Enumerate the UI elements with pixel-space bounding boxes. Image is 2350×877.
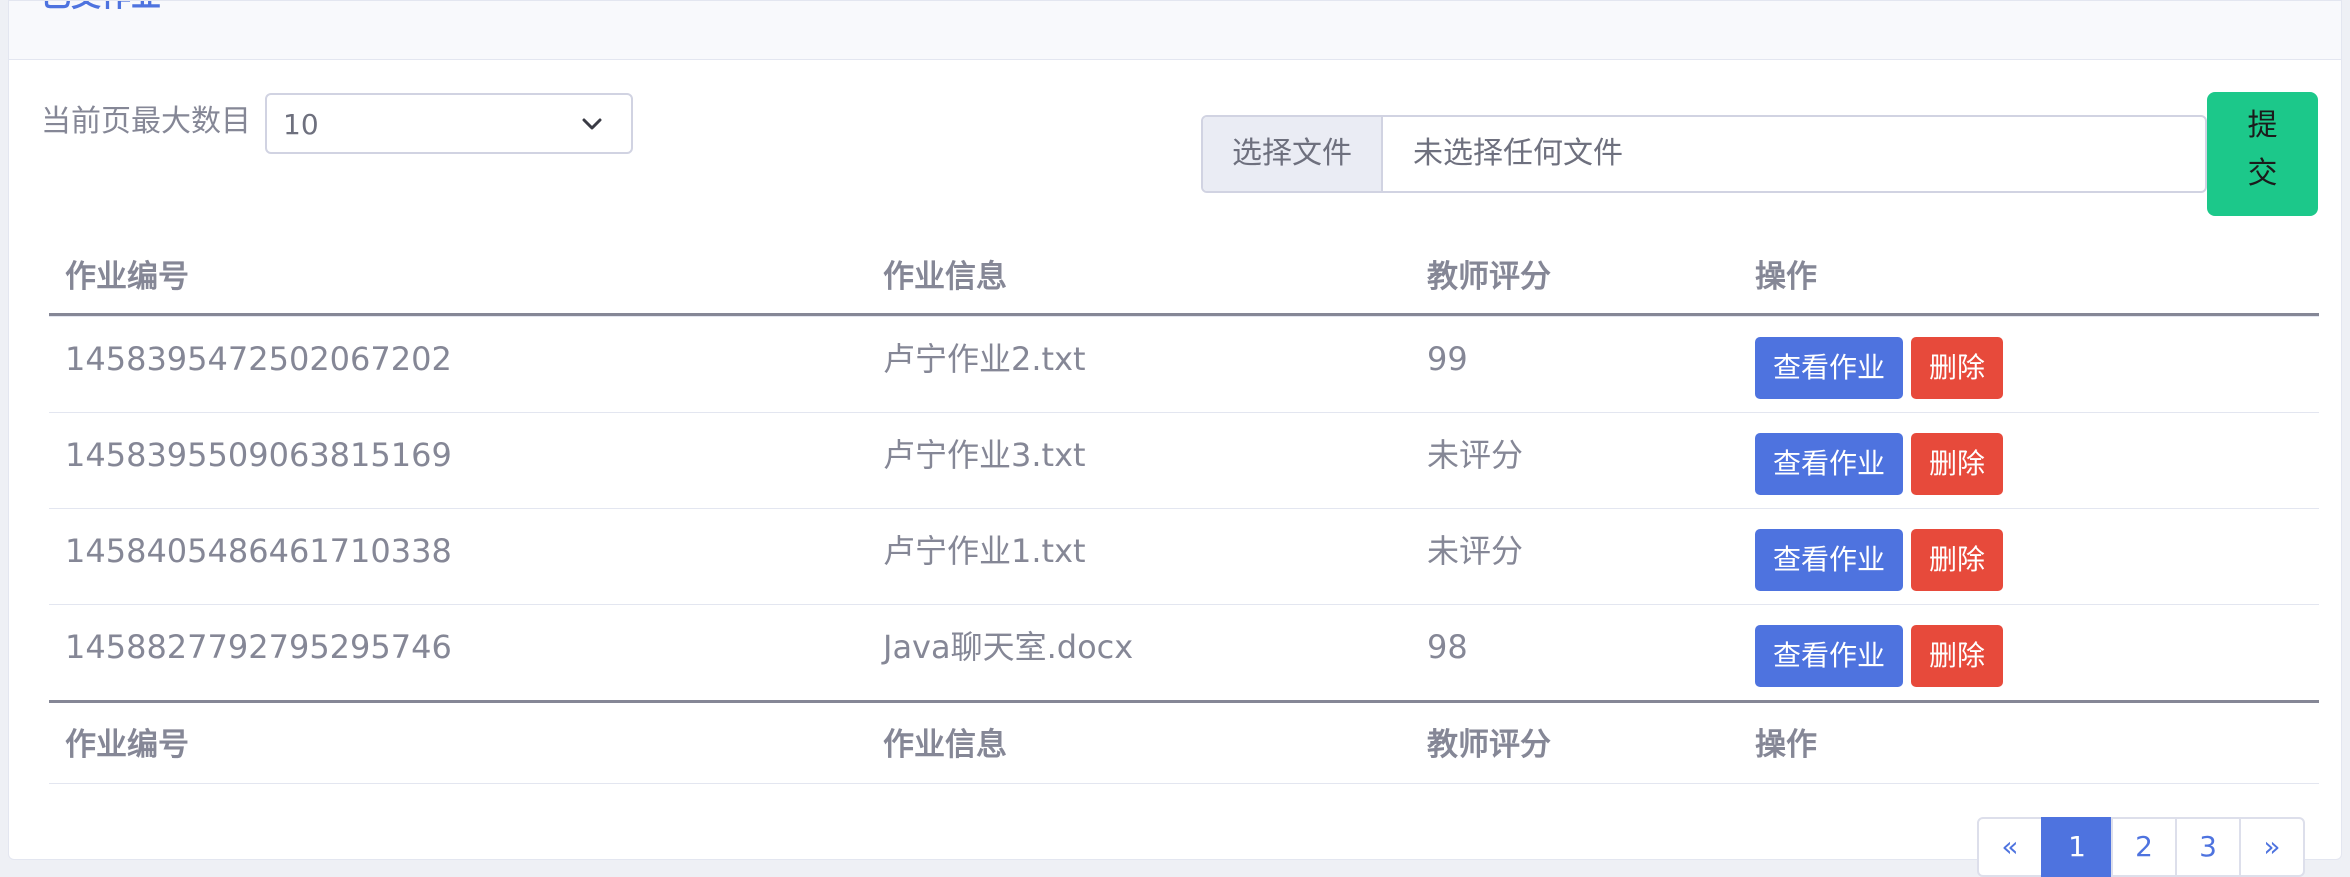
pagination-page-3[interactable]: 3 bbox=[2175, 817, 2241, 877]
file-input-group[interactable]: 选择文件 未选择任何文件 bbox=[1201, 115, 2207, 193]
pagination-page-2[interactable]: 2 bbox=[2111, 817, 2177, 877]
footer-actions: 操作 bbox=[1755, 727, 1817, 763]
header-info[interactable]: 作业信息 bbox=[883, 241, 1007, 313]
delete-button[interactable]: 删除 bbox=[1911, 337, 2003, 399]
footer-id: 作业编号 bbox=[65, 727, 189, 763]
view-homework-button[interactable]: 查看作业 bbox=[1755, 433, 1903, 495]
homework-info: 卢宁作业1.txt bbox=[883, 532, 1086, 570]
choose-file-button[interactable]: 选择文件 bbox=[1203, 117, 1383, 191]
view-homework-button[interactable]: 查看作业 bbox=[1755, 337, 1903, 399]
header-score[interactable]: 教师评分 bbox=[1427, 241, 1551, 313]
header-id[interactable]: 作业编号 bbox=[65, 241, 189, 313]
homework-info: 卢宁作业2.txt bbox=[883, 340, 1086, 378]
page-length-label: 当前页最大数目 bbox=[41, 104, 251, 139]
pagination: « 1 2 3 » bbox=[1977, 817, 2305, 877]
teacher-score: 98 bbox=[1427, 628, 1468, 666]
page-length-select[interactable]: 10 bbox=[265, 93, 633, 154]
homework-id: 1458827792795295746 bbox=[65, 628, 452, 666]
homework-id: 1458395509063815169 bbox=[65, 436, 452, 474]
chevron-down-icon bbox=[582, 118, 602, 130]
pagination-next[interactable]: » bbox=[2239, 817, 2305, 877]
table-row: 1458405486461710338 卢宁作业1.txt 未评分 查看作业 删… bbox=[49, 508, 2319, 604]
table-header: 作业编号 作业信息 教师评分 操作 bbox=[49, 241, 2319, 316]
table-row: 1458395509063815169 卢宁作业3.txt 未评分 查看作业 删… bbox=[49, 412, 2319, 508]
teacher-score: 99 bbox=[1427, 340, 1468, 378]
delete-button[interactable]: 删除 bbox=[1911, 433, 2003, 495]
homework-id: 1458405486461710338 bbox=[65, 532, 452, 570]
homework-table: 作业编号 作业信息 教师评分 操作 1458395472502067202 卢宁… bbox=[49, 241, 2319, 784]
file-status-text: 未选择任何文件 bbox=[1413, 136, 1623, 171]
pagination-page-1[interactable]: 1 bbox=[2041, 817, 2113, 877]
homework-id: 1458395472502067202 bbox=[65, 340, 452, 378]
footer-score: 教师评分 bbox=[1427, 727, 1551, 763]
homework-card: 已交作业 当前页最大数目 10 选择文件 未选择任何文件 提交 作业编号 作业信… bbox=[8, 0, 2342, 877]
table-row: 1458395472502067202 卢宁作业2.txt 99 查看作业 删除 bbox=[49, 316, 2319, 412]
page-length-value: 10 bbox=[283, 108, 319, 141]
homework-info: 卢宁作业3.txt bbox=[883, 436, 1086, 474]
view-homework-button[interactable]: 查看作业 bbox=[1755, 625, 1903, 687]
submit-label: 提交 bbox=[2247, 108, 2278, 191]
header-actions: 操作 bbox=[1755, 259, 1817, 295]
submit-button[interactable]: 提交 bbox=[2207, 92, 2318, 216]
footer-info: 作业信息 bbox=[883, 727, 1007, 763]
table-row: 1458827792795295746 Java聊天室.docx 98 查看作业… bbox=[49, 604, 2319, 700]
homework-info: Java聊天室.docx bbox=[883, 628, 1134, 666]
card-header: 已交作业 bbox=[9, 1, 2341, 60]
teacher-score: 未评分 bbox=[1427, 532, 1524, 570]
teacher-score: 未评分 bbox=[1427, 436, 1524, 474]
table-footer: 作业编号 作业信息 教师评分 操作 bbox=[49, 700, 2319, 784]
card-title: 已交作业 bbox=[41, 1, 161, 15]
view-homework-button[interactable]: 查看作业 bbox=[1755, 529, 1903, 591]
delete-button[interactable]: 删除 bbox=[1911, 529, 2003, 591]
pagination-prev[interactable]: « bbox=[1977, 817, 2043, 877]
delete-button[interactable]: 删除 bbox=[1911, 625, 2003, 687]
